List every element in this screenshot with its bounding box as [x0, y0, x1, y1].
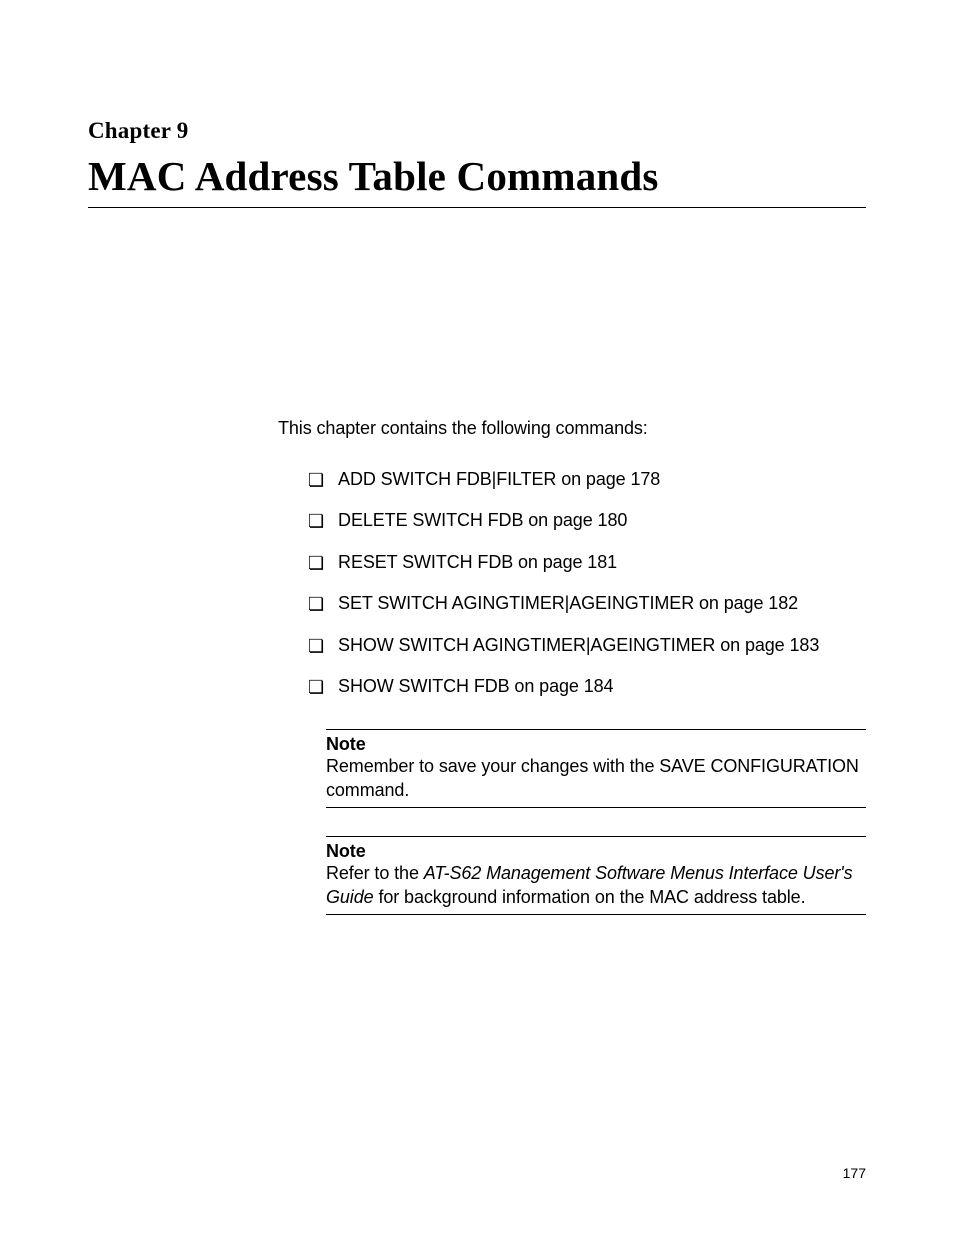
command-link[interactable]: ADD SWITCH FDB|FILTER on page 178 [338, 469, 660, 490]
command-link[interactable]: SHOW SWITCH FDB on page 184 [338, 676, 613, 697]
note-block: Note Remember to save your changes with … [326, 729, 866, 808]
checkbox-bullet-icon: ❏ [308, 510, 324, 533]
list-item: ❏ SHOW SWITCH FDB on page 184 [308, 676, 866, 699]
checkbox-bullet-icon: ❏ [308, 469, 324, 492]
command-list: ❏ ADD SWITCH FDB|FILTER on page 178 ❏ DE… [308, 469, 866, 699]
chapter-label: Chapter 9 [88, 118, 866, 144]
note-body: Remember to save your changes with the S… [326, 755, 866, 802]
chapter-title: MAC Address Table Commands [88, 152, 866, 206]
body-content: This chapter contains the following comm… [278, 418, 866, 915]
note-body: Refer to the AT-S62 Management Software … [326, 862, 866, 909]
command-link[interactable]: DELETE SWITCH FDB on page 180 [338, 510, 627, 531]
command-link[interactable]: SET SWITCH AGINGTIMER|AGEINGTIMER on pag… [338, 593, 798, 614]
list-item: ❏ ADD SWITCH FDB|FILTER on page 178 [308, 469, 866, 492]
list-item: ❏ SHOW SWITCH AGINGTIMER|AGEINGTIMER on … [308, 635, 866, 658]
command-link[interactable]: RESET SWITCH FDB on page 181 [338, 552, 617, 573]
checkbox-bullet-icon: ❏ [308, 593, 324, 616]
checkbox-bullet-icon: ❏ [308, 676, 324, 699]
checkbox-bullet-icon: ❏ [308, 635, 324, 658]
note-label: Note [326, 734, 866, 755]
note-text: Remember to save your changes with the S… [326, 756, 859, 799]
list-item: ❏ RESET SWITCH FDB on page 181 [308, 552, 866, 575]
note-text: for background information on the MAC ad… [374, 887, 806, 907]
note-label: Note [326, 841, 866, 862]
list-item: ❏ SET SWITCH AGINGTIMER|AGEINGTIMER on p… [308, 593, 866, 616]
note-text: Refer to the [326, 863, 424, 883]
intro-text: This chapter contains the following comm… [278, 418, 866, 439]
page-number: 177 [843, 1165, 866, 1181]
chapter-header: Chapter 9 MAC Address Table Commands [88, 118, 866, 208]
list-item: ❏ DELETE SWITCH FDB on page 180 [308, 510, 866, 533]
command-link[interactable]: SHOW SWITCH AGINGTIMER|AGEINGTIMER on pa… [338, 635, 819, 656]
title-underline [88, 207, 866, 208]
document-page: Chapter 9 MAC Address Table Commands Thi… [0, 0, 954, 1235]
note-block: Note Refer to the AT-S62 Management Soft… [326, 836, 866, 915]
checkbox-bullet-icon: ❏ [308, 552, 324, 575]
